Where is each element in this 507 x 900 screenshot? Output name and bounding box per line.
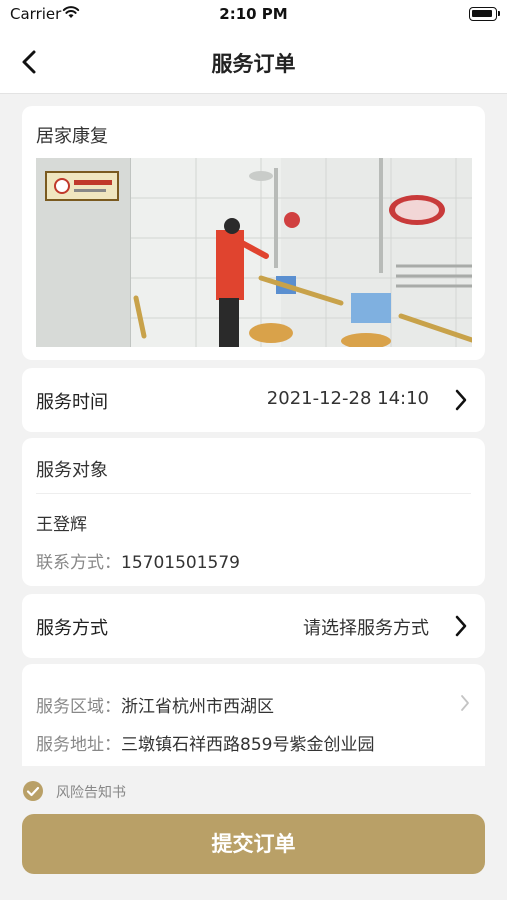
- service-region-row: 服务区域：浙江省杭州市西湖区: [36, 692, 274, 717]
- contact-row: 联系方式：15701501579: [36, 548, 240, 573]
- divider: [36, 493, 471, 494]
- service-address-label: 服务地址：: [36, 735, 121, 755]
- battery-icon: [469, 7, 500, 21]
- service-method-placeholder: 请选择服务方式: [303, 618, 429, 639]
- contact-phone: 15701501579: [121, 553, 240, 573]
- service-method-row[interactable]: 服务方式 请选择服务方式: [22, 594, 485, 658]
- service-region-label: 服务区域：: [36, 697, 121, 717]
- target-name: 王登辉: [36, 515, 87, 535]
- chevron-right-icon: [455, 615, 467, 637]
- service-method-label: 服务方式: [36, 618, 108, 639]
- service-target-card: 服务对象 王登辉 联系方式：15701501579: [22, 438, 485, 586]
- status-time: 2:10 PM: [219, 5, 288, 23]
- submit-order-button[interactable]: 提交订单: [22, 814, 485, 874]
- service-region-value: 浙江省杭州市西湖区: [121, 697, 274, 717]
- service-address-value: 三墩镇石祥西路859号紫金创业园: [121, 735, 375, 755]
- service-card: 居家康复: [22, 106, 485, 360]
- status-bar: Carrier 2:10 PM: [0, 0, 507, 30]
- service-address-row: 服务地址：三墩镇石祥西路859号紫金创业园: [36, 730, 374, 755]
- navigation-bar: 服务订单: [0, 30, 507, 94]
- service-time-label: 服务时间: [36, 392, 108, 413]
- service-time-value: 2021-12-28 14:10: [266, 388, 429, 409]
- risk-notice-label[interactable]: 风险告知书: [56, 782, 126, 802]
- chevron-right-icon: [461, 695, 469, 711]
- chevron-right-icon: [455, 389, 467, 411]
- service-photo: [36, 158, 472, 347]
- page-title: 服务订单: [211, 52, 296, 76]
- service-address-card[interactable]: 服务区域：浙江省杭州市西湖区 服务地址：三墩镇石祥西路859号紫金创业园: [22, 664, 485, 766]
- contact-label: 联系方式：: [36, 553, 121, 573]
- service-time-row[interactable]: 服务时间 2021-12-28 14:10: [22, 368, 485, 432]
- service-target-title: 服务对象: [36, 460, 108, 481]
- checkbox-checked-icon[interactable]: [22, 780, 44, 802]
- service-name: 居家康复: [36, 126, 108, 147]
